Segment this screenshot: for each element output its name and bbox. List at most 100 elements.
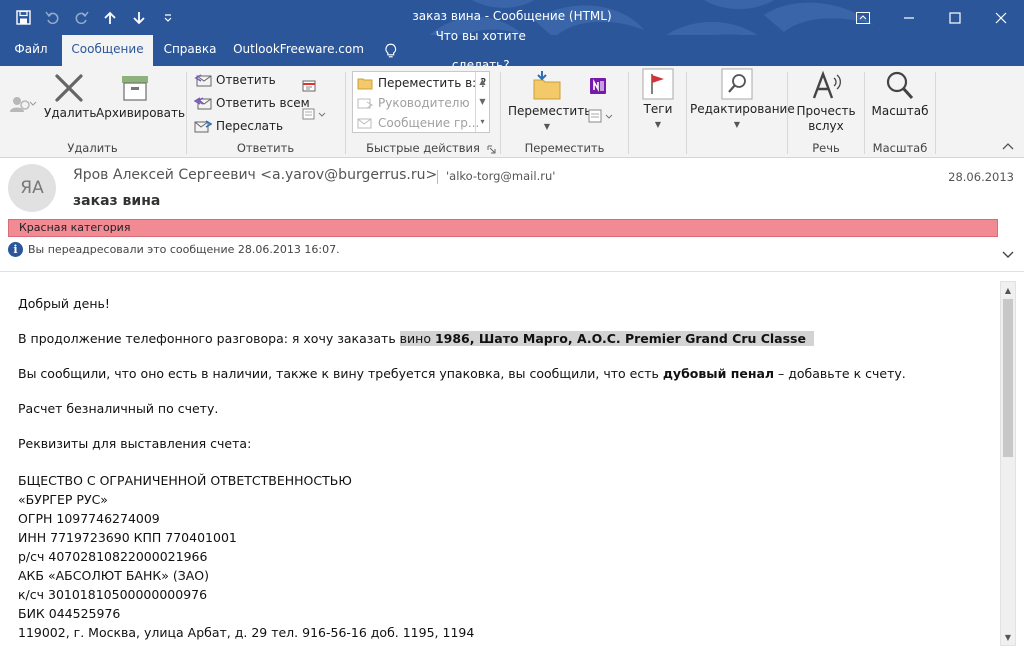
read-aloud-icon	[812, 70, 841, 99]
delete-button[interactable]: Удалить	[44, 72, 97, 121]
close-icon[interactable]	[978, 0, 1024, 35]
editing-button[interactable]: Редактирование ▼	[690, 68, 795, 132]
scroll-up-icon[interactable]: ▲	[476, 72, 489, 92]
body-line-3: Расчет безналичный по счету.	[18, 401, 219, 416]
zoom-group: Масштаб Масштаб	[866, 66, 934, 158]
respond-group-label: Ответить	[236, 141, 295, 155]
flag-icon	[642, 68, 674, 100]
info-text: Вы переадресовали это сообщение 28.06.20…	[28, 243, 340, 256]
forward-icon	[194, 120, 212, 133]
zoom-group-label: Масштаб	[872, 141, 928, 155]
move-dropdown-icon: ▼	[543, 122, 551, 131]
quick-steps-gallery: Переместить в: ? Руководителю Сообщение …	[352, 71, 490, 133]
quick-step-move-to[interactable]: Переместить в: ?	[357, 73, 486, 92]
move-folder-icon	[533, 71, 561, 100]
quick-step-manager[interactable]: Руководителю	[357, 93, 470, 112]
ribbon-separator	[500, 72, 501, 154]
find-icon	[721, 68, 753, 100]
category-bar[interactable]: Красная категория	[8, 219, 998, 237]
highlighted-product: вино 1986, Шато Марго, A.O.C. Premier Gr…	[399, 331, 814, 346]
expand-header-icon[interactable]	[1002, 248, 1014, 262]
ribbon-separator	[935, 72, 936, 154]
ribbon-separator	[787, 72, 788, 154]
folder-icon	[357, 78, 373, 89]
tags-group: Теги ▼	[630, 66, 685, 158]
more-respond-button[interactable]	[302, 104, 328, 124]
zoom-button[interactable]: Масштаб	[868, 70, 932, 119]
subject: заказ вина	[73, 193, 161, 209]
body-line-1: В продолжение телефонного разговора: я х…	[18, 331, 1000, 346]
sent-date: 28.06.2013	[948, 170, 1014, 184]
delete-group: Удалить Архивировать Удалить	[0, 66, 185, 158]
quick-steps-scroll[interactable]: ▲ ▼ ▾	[475, 72, 489, 132]
archive-icon	[122, 76, 148, 101]
reply-all-icon	[194, 97, 212, 110]
requisite-line: ИНН 7719723690 КПП 770401001	[18, 530, 237, 545]
ribbon-display-icon[interactable]	[840, 0, 886, 35]
tab-outlookfreeware[interactable]: OutlookFreeware.com	[230, 35, 367, 66]
reply-all-button[interactable]: Ответить всем	[194, 93, 310, 113]
speech-group: Прочесть вслух Речь	[789, 66, 863, 158]
team-email-icon	[357, 118, 372, 128]
requisite-line: р/сч 40702810822000021966	[18, 549, 208, 564]
read-aloud-button[interactable]: Прочесть вслух	[793, 70, 859, 134]
tags-button[interactable]: Теги ▼	[634, 68, 682, 132]
info-bar[interactable]: i Вы переадресовали это сообщение 28.06.…	[8, 242, 340, 257]
collapse-ribbon-icon[interactable]	[1002, 139, 1014, 153]
body-scrollbar[interactable]: ▲ ▼	[1000, 281, 1016, 646]
archive-button[interactable]: Архивировать	[96, 72, 185, 121]
message-body[interactable]: Добрый день! В продолжение телефонного р…	[0, 273, 1000, 655]
sender[interactable]: Яров Алексей Сергеевич <a.yarov@burgerru…	[73, 167, 437, 183]
move-group-label: Переместить	[524, 141, 605, 155]
quick-step-team-email[interactable]: Сообщение гр...	[357, 113, 479, 132]
editing-dropdown-icon: ▼	[733, 120, 741, 129]
expand-gallery-icon[interactable]: ▾	[476, 112, 489, 132]
tags-dropdown-icon: ▼	[654, 120, 662, 129]
lightbulb-icon	[385, 43, 397, 57]
avatar[interactable]: ЯА	[8, 164, 56, 212]
actions-button[interactable]	[588, 106, 616, 126]
more-respond-icon	[302, 108, 326, 120]
requisite-line: БЩЕСТВО С ОГРАНИЧЕННОЙ ОТВЕТСТВЕННОСТЬЮ	[18, 473, 352, 488]
requisite-line: БИК 044525976	[18, 606, 121, 621]
ribbon-separator	[186, 72, 187, 154]
zoom-icon	[886, 71, 914, 100]
scroll-thumb[interactable]	[1003, 299, 1013, 457]
ignore-icon	[10, 97, 37, 112]
scroll-down-icon[interactable]: ▼	[476, 92, 489, 112]
onenote-icon	[590, 78, 606, 94]
maximize-icon[interactable]	[932, 0, 978, 35]
tab-message[interactable]: Сообщение	[62, 35, 153, 66]
reply-button[interactable]: Ответить	[194, 70, 276, 90]
quick-steps-label: Быстрые действия	[366, 141, 480, 155]
minimize-icon[interactable]	[886, 0, 932, 35]
scroll-down-arrow-icon[interactable]: ▼	[1001, 629, 1015, 645]
move-button[interactable]: Переместить ▼	[508, 70, 591, 134]
scroll-up-arrow-icon[interactable]: ▲	[1001, 282, 1015, 298]
meeting-icon	[302, 80, 316, 92]
ribbon-separator	[628, 72, 629, 154]
ribbon-separator	[345, 72, 346, 154]
greeting: Добрый день!	[18, 296, 110, 311]
requisite-line: к/сч 30101810500000000976	[18, 587, 208, 602]
speech-group-label: Речь	[812, 141, 840, 155]
delete-group-label: Удалить	[67, 141, 118, 155]
actions-icon	[588, 109, 613, 123]
ribbon-tabs: Файл Сообщение Справка OutlookFreeware.c…	[0, 29, 1024, 72]
requisite-line: 119002, г. Москва, улица Арбат, д. 29 те…	[18, 625, 475, 640]
info-icon: i	[8, 242, 23, 257]
tab-file[interactable]: Файл	[2, 35, 60, 66]
recipient[interactable]: 'alko-torg@mail.ru'	[446, 169, 555, 183]
ignore-button[interactable]	[8, 94, 38, 118]
reply-icon	[194, 74, 212, 87]
delete-x-icon	[55, 74, 83, 102]
onenote-button[interactable]	[588, 76, 608, 96]
ribbon-separator	[686, 72, 687, 154]
meeting-button[interactable]	[302, 76, 318, 96]
editing-group: Редактирование ▼	[688, 66, 795, 158]
forward-button[interactable]: Переслать	[194, 116, 283, 136]
tell-me-search[interactable]: Что вы хотите сделать?	[384, 29, 554, 72]
quick-steps-launcher-icon[interactable]	[487, 143, 496, 157]
tab-help[interactable]: Справка	[158, 35, 222, 66]
recipient-divider	[437, 170, 438, 184]
